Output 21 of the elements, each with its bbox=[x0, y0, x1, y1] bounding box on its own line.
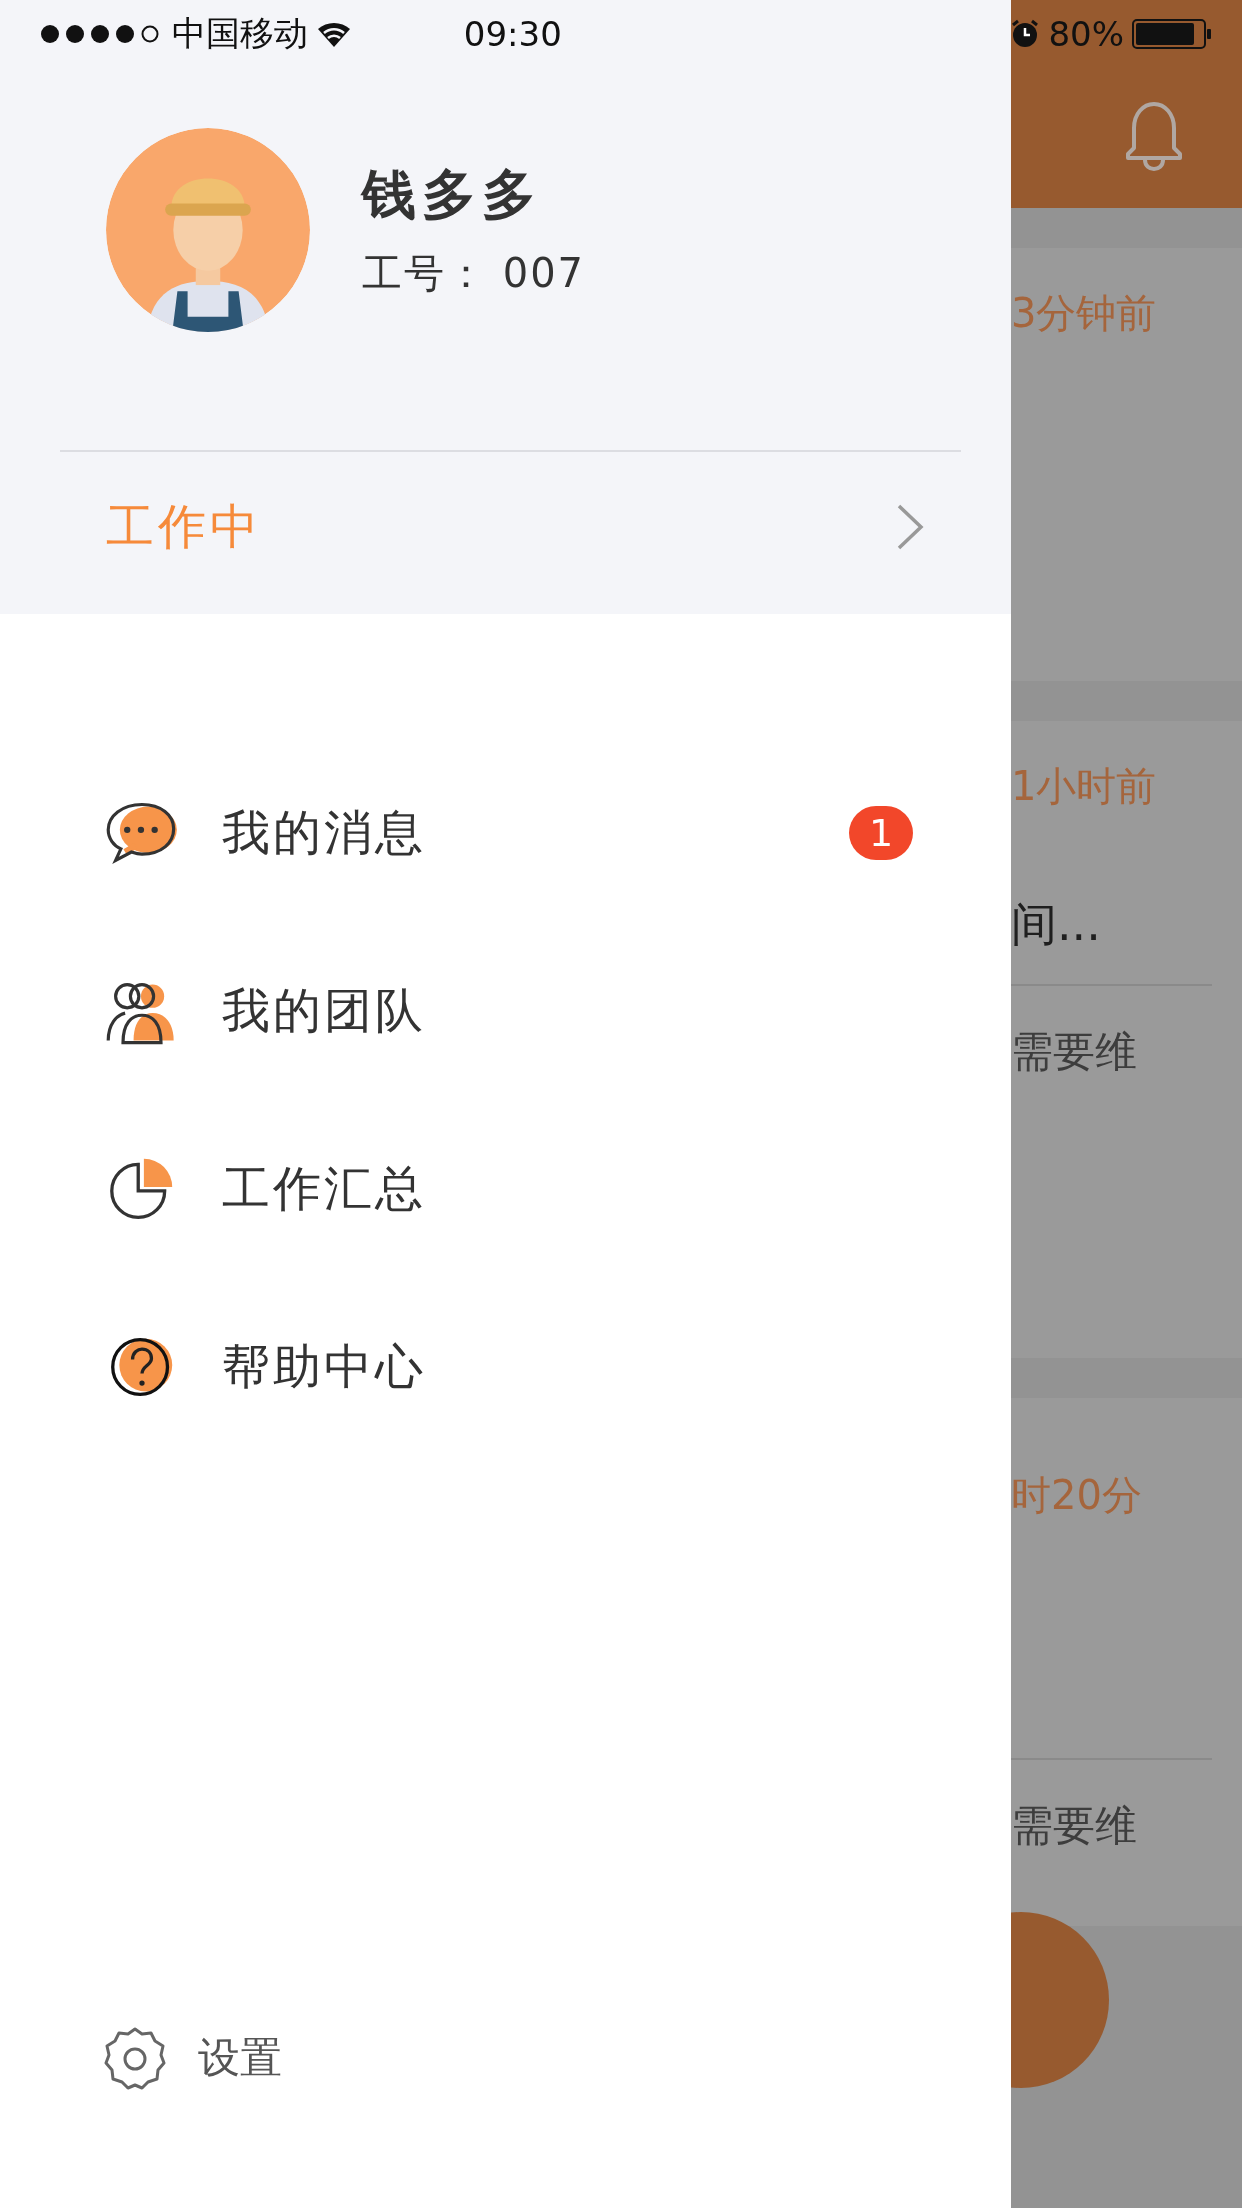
status-time: 09:30 bbox=[462, 14, 563, 54]
card-title: 间... bbox=[1011, 896, 1102, 953]
unread-badge: 1 bbox=[849, 806, 913, 860]
battery-icon bbox=[1132, 19, 1212, 49]
menu-item[interactable]: 工作汇总 bbox=[0, 1100, 1011, 1278]
employee-id: 工号： 007 bbox=[362, 249, 586, 298]
settings-button[interactable]: 设置 bbox=[0, 1968, 1011, 2148]
battery-percent: 80% bbox=[1048, 14, 1124, 54]
menu-item[interactable]: 我的消息 1 bbox=[0, 744, 1011, 922]
menu-item[interactable]: 我的团队 bbox=[0, 922, 1011, 1100]
card-text: 需要维 bbox=[1011, 1800, 1138, 1852]
user-name: 钱多多 bbox=[362, 162, 543, 228]
wifi-icon bbox=[316, 20, 352, 48]
time-label: 1小时前 bbox=[1011, 762, 1158, 811]
settings-icon bbox=[102, 2025, 168, 2091]
menu-item[interactable]: 帮助中心 bbox=[0, 1278, 1011, 1456]
chevron-right-icon bbox=[895, 502, 925, 552]
time-label: 时20分 bbox=[1011, 1471, 1143, 1520]
carrier-name: 中国移动 bbox=[172, 12, 308, 55]
card-text: 需要维 bbox=[1011, 1026, 1138, 1078]
time-label: 3分钟前 bbox=[1011, 289, 1158, 338]
